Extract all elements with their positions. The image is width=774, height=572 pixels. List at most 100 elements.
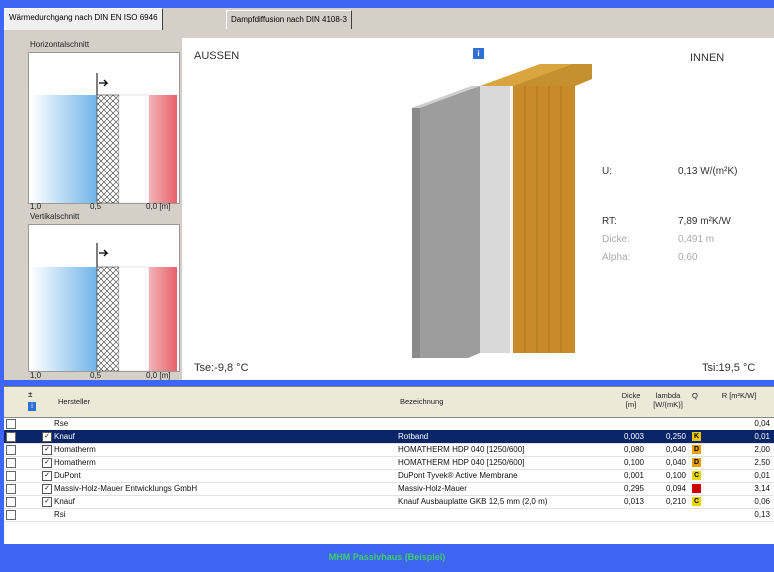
info-icon: i	[28, 402, 36, 411]
tab-waermedurchgang[interactable]: Wärmedurchgang nach DIN EN ISO 6946	[4, 8, 163, 30]
sort-icon: ±	[28, 390, 33, 399]
row-enabled-checkbox[interactable]: ✓	[42, 471, 52, 481]
horizontal-section-plot	[28, 52, 180, 204]
table-row[interactable]: Rse 0,04	[4, 417, 774, 431]
cell-bezeichnung	[398, 417, 614, 430]
cell-hersteller: Homatherm	[54, 445, 96, 454]
header-q-label: Q	[692, 391, 698, 400]
row-enabled-checkbox[interactable]: ✓	[42, 432, 52, 442]
tick-label: 0,0 [m]	[146, 202, 171, 211]
quality-badge	[692, 484, 701, 493]
quality-badge: D	[692, 445, 701, 454]
cell-hersteller: Rse	[54, 419, 69, 428]
outside-label: AUSSEN	[194, 50, 240, 62]
quality-badge: K	[692, 432, 701, 441]
layer-table: ± i Hersteller Bezeichnung Dicke [m] lam…	[4, 386, 774, 545]
header-lambda-label: lambda [W/(mK)]	[653, 391, 683, 409]
cell-r: 0,13	[754, 510, 770, 519]
header-hersteller[interactable]: Hersteller	[38, 387, 395, 418]
row-select-box[interactable]	[6, 471, 16, 481]
table-row[interactable]: ✓ DuPont DuPont Tyvek® Active Membrane 0,00…	[4, 469, 774, 483]
row-select-box[interactable]	[6, 432, 16, 442]
cell-dicke: 0,100	[623, 458, 644, 467]
cell-dicke: 0,080	[623, 445, 644, 454]
table-row[interactable]: ✓ Massiv-Holz-Mauer Entwicklungs GmbH Mass…	[4, 482, 774, 496]
cell-bezeichnung: DuPont Tyvek® Active Membrane	[398, 471, 518, 480]
header-q[interactable]: Q	[690, 387, 705, 418]
prop-rt-label: RT:	[602, 216, 617, 227]
cell-bezeichnung: HOMATHERM HDP 040 [1250/600]	[398, 445, 525, 454]
row-enabled-checkbox[interactable]: ✓	[42, 445, 52, 455]
row-enabled-checkbox[interactable]: ✓	[42, 458, 52, 468]
row-select-box[interactable]	[6, 484, 16, 494]
tick-label: 0,5	[90, 371, 102, 380]
tse-label: Tse:-9,8 °C	[194, 362, 249, 374]
cell-dicke: 0,001	[623, 471, 644, 480]
cell-dicke: 0,003	[623, 432, 644, 441]
cell-r: 2,00	[754, 445, 770, 454]
header-dicke-label: Dicke [m]	[621, 391, 641, 409]
cell-lambda	[646, 508, 686, 521]
cell-hersteller: Rsi	[54, 510, 66, 519]
section-plots-panel: Horizontalschnitt 1,0 0,5 0,0 [m] Vertik…	[28, 38, 180, 380]
cell-hersteller: Homatherm	[54, 458, 96, 467]
cell-r: 2,50	[754, 458, 770, 467]
table-row[interactable]: ✓ Knauf Rotband 0,003 0,250 0,01 K	[4, 430, 774, 444]
cell-lambda: 0,094	[665, 484, 686, 493]
footer-caption: MHM Passivhaus (Beispiel)	[328, 552, 446, 562]
cell-r: 0,01	[754, 471, 770, 480]
cell-lambda: 0,210	[665, 497, 686, 506]
prop-alpha-value: 0,60	[678, 252, 698, 263]
tick-label: 0,5	[90, 202, 102, 211]
cell-r: 0,06	[754, 497, 770, 506]
cell-hersteller: Knauf	[54, 497, 75, 506]
cell-bezeichnung: Rotband	[398, 432, 429, 441]
vertical-section-plot	[28, 224, 180, 372]
row-enabled-checkbox[interactable]: ✓	[42, 484, 52, 494]
header-bezeichnung-label: Bezeichnung	[400, 397, 444, 406]
header-lambda[interactable]: lambda [W/(mK)]	[646, 387, 691, 418]
cell-r: 0,04	[754, 419, 770, 428]
cell-dicke: 0,013	[623, 497, 644, 506]
quality-badge: D	[692, 458, 701, 467]
tab-bar: Wärmedurchgang nach DIN EN ISO 6946 Damp…	[4, 8, 774, 31]
cell-lambda: 0,040	[665, 458, 686, 467]
header-bezeichnung[interactable]: Bezeichnung	[394, 387, 617, 418]
table-row[interactable]: Rsi 0,13	[4, 508, 774, 522]
tab-dampfdiffusion[interactable]: Dampfdiffusion nach DIN 4108-3	[226, 10, 352, 29]
cell-hersteller: Knauf	[54, 432, 75, 441]
table-row[interactable]: ✓ Homatherm HOMATHERM HDP 040 [1250/600] 0,…	[4, 443, 774, 457]
row-enabled-checkbox[interactable]: ✓	[42, 497, 52, 507]
cell-dicke	[616, 417, 644, 430]
cell-hersteller: Massiv-Holz-Mauer Entwicklungs GmbH	[54, 484, 198, 493]
quality-badge: C	[692, 497, 701, 506]
row-select-box[interactable]	[6, 445, 16, 455]
table-row[interactable]: ✓ Homatherm HOMATHERM HDP 040 [1250/600] 0,…	[4, 456, 774, 470]
horizontal-section-title: Horizontalschnitt	[30, 40, 90, 49]
cell-dicke: 0,295	[623, 484, 644, 493]
vertical-section-title: Vertikalschnitt	[30, 212, 80, 221]
cell-bezeichnung: Massiv-Holz-Mauer	[398, 484, 467, 493]
prop-u-label: U:	[602, 166, 612, 177]
row-select-box[interactable]	[6, 419, 16, 429]
prop-rt-value: 7,89 m²K/W	[678, 216, 731, 227]
header-r[interactable]: R [m²K/W]	[704, 387, 774, 418]
cell-r: 0,01	[754, 432, 770, 441]
cell-bezeichnung: HOMATHERM HDP 040 [1250/600]	[398, 458, 525, 467]
inside-label: INNEN	[690, 52, 725, 64]
cell-bezeichnung: Knauf Ausbauplatte GKB 12,5 mm (2,0 m)	[398, 497, 548, 506]
wall-3d-model	[412, 64, 592, 358]
header-hersteller-label: Hersteller	[58, 397, 91, 406]
tick-label: 1,0	[30, 371, 42, 380]
row-select-box[interactable]	[6, 458, 16, 468]
header-dicke[interactable]: Dicke [m]	[616, 387, 647, 418]
tick-label: 0,0 [m]	[146, 371, 171, 380]
table-row[interactable]: ✓ Knauf Knauf Ausbauplatte GKB 12,5 mm (2,…	[4, 495, 774, 509]
prop-dicke-value: 0,491 m	[678, 234, 715, 245]
cell-dicke	[616, 508, 644, 521]
cell-lambda: 0,100	[665, 471, 686, 480]
row-select-box[interactable]	[6, 497, 16, 507]
prop-alpha-label: Alpha:	[602, 252, 631, 263]
row-select-box[interactable]	[6, 510, 16, 520]
cell-lambda	[646, 417, 686, 430]
